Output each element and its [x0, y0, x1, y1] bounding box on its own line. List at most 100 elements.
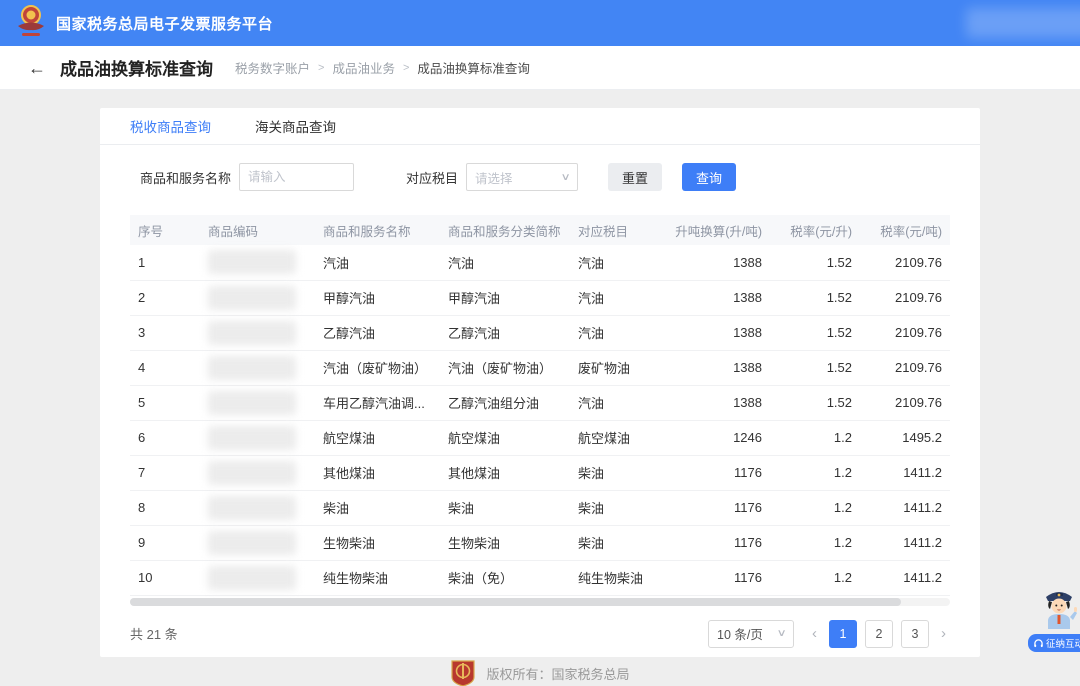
cell-goods-short-name: 其他煤油 — [440, 455, 570, 490]
tax-item-select-placeholder: 请选择 — [475, 168, 513, 187]
cell-goods-short-name: 柴油 — [440, 490, 570, 525]
redacted-goods-code — [208, 461, 296, 485]
cell-rate-per-ton: 1411.2 — [860, 525, 950, 560]
cell-rate-per-ton: 2109.76 — [860, 315, 950, 350]
cell-goods-name: 甲醇汽油 — [315, 280, 440, 315]
breadcrumb-item-account[interactable]: 税务数字账户 — [235, 58, 310, 77]
cell-seq: 10 — [130, 560, 200, 595]
cell-rate-per-ton: 2109.76 — [860, 385, 950, 420]
redacted-goods-code — [208, 286, 296, 310]
breadcrumb: 税务数字账户 > 成品油业务 > 成品油换算标准查询 — [235, 58, 530, 77]
total-count: 共 21 条 — [130, 624, 178, 643]
redacted-goods-code — [208, 321, 296, 345]
chevron-down-icon: ∨ — [776, 628, 786, 639]
col-seq: 序号 — [130, 215, 200, 245]
tab-customs-goods-query[interactable]: 海关商品查询 — [255, 108, 336, 144]
cell-goods-short-name: 汽油（废矿物油） — [440, 350, 570, 385]
tax-item-label: 对应税目 — [406, 168, 458, 187]
page-button-2[interactable]: 2 — [865, 620, 893, 648]
cell-goods-code — [200, 385, 315, 420]
redacted-goods-code — [208, 391, 296, 415]
page-button-1[interactable]: 1 — [829, 620, 857, 648]
cell-goods-code — [200, 490, 315, 525]
query-card: 税收商品查询 海关商品查询 商品和服务名称 对应税目 请选择 ∨ 重置 查询 — [100, 108, 980, 657]
page-size-value: 10 条/页 — [717, 624, 763, 643]
cell-goods-short-name: 柴油（免） — [440, 560, 570, 595]
cell-goods-name: 乙醇汽油 — [315, 315, 440, 350]
cell-conversion: 1176 — [665, 560, 770, 595]
redacted-goods-code — [208, 426, 296, 450]
horizontal-scrollbar — [130, 598, 950, 606]
cell-tax-item: 汽油 — [570, 315, 665, 350]
query-button[interactable]: 查询 — [682, 163, 736, 191]
cell-goods-code — [200, 245, 315, 280]
cell-goods-code — [200, 560, 315, 595]
tax-item-select[interactable]: 请选择 ∨ — [466, 163, 578, 191]
redacted-goods-code — [208, 531, 296, 555]
goods-name-label: 商品和服务名称 — [140, 168, 231, 187]
col-goods-code: 商品编码 — [200, 215, 315, 245]
brand: 国家税务总局电子发票服务平台 — [14, 4, 273, 43]
breadcrumb-separator: > — [403, 62, 409, 74]
table-row: 10纯生物柴油柴油（免）纯生物柴油11761.21411.2 — [130, 560, 950, 595]
table-row: 6航空煤油航空煤油航空煤油12461.21495.2 — [130, 420, 950, 455]
cell-rate-per-ton: 1411.2 — [860, 560, 950, 595]
table-row: 1汽油汽油汽油13881.522109.76 — [130, 245, 950, 280]
cell-tax-item: 航空煤油 — [570, 420, 665, 455]
cell-goods-short-name: 航空煤油 — [440, 420, 570, 455]
back-arrow-icon[interactable]: ← — [28, 59, 46, 77]
redacted-goods-code — [208, 250, 296, 274]
col-rate-per-ton: 税率(元/吨) — [860, 215, 950, 245]
cell-goods-code — [200, 315, 315, 350]
cell-goods-code — [200, 420, 315, 455]
cell-goods-short-name: 乙醇汽油 — [440, 315, 570, 350]
page-footer: 版权所有：国家税务总局 — [0, 656, 1080, 686]
goods-name-input[interactable] — [239, 163, 354, 191]
top-header: 国家税务总局电子发票服务平台 — [0, 0, 1080, 46]
horizontal-scrollbar-thumb[interactable] — [130, 598, 901, 606]
cell-goods-code — [200, 280, 315, 315]
cell-rate-per-liter: 1.2 — [770, 525, 860, 560]
cell-goods-name: 其他煤油 — [315, 455, 440, 490]
page-button-3[interactable]: 3 — [901, 620, 929, 648]
cell-conversion: 1388 — [665, 385, 770, 420]
user-info-blurred[interactable] — [966, 8, 1080, 38]
cell-goods-name: 航空煤油 — [315, 420, 440, 455]
cell-goods-name: 生物柴油 — [315, 525, 440, 560]
breadcrumb-item-current: 成品油换算标准查询 — [417, 58, 530, 77]
chevron-down-icon: ∨ — [560, 172, 570, 183]
col-conversion: 升吨换算(升/吨) — [665, 215, 770, 245]
next-page-button[interactable]: › — [937, 625, 950, 642]
cell-goods-short-name: 汽油 — [440, 245, 570, 280]
cell-conversion: 1176 — [665, 490, 770, 525]
cell-rate-per-liter: 1.2 — [770, 420, 860, 455]
cell-goods-name: 车用乙醇汽油调... — [315, 385, 440, 420]
cell-tax-item: 汽油 — [570, 245, 665, 280]
cell-seq: 2 — [130, 280, 200, 315]
prev-page-button[interactable]: ‹ — [808, 625, 821, 642]
table-row: 5车用乙醇汽油调...乙醇汽油组分油汽油13881.522109.76 — [130, 385, 950, 420]
reset-button[interactable]: 重置 — [608, 163, 662, 191]
cell-goods-name: 汽油 — [315, 245, 440, 280]
assistant-widget[interactable]: 征纳互动 — [1028, 587, 1080, 652]
table-row: 4汽油（废矿物油）汽油（废矿物油）废矿物油13881.522109.76 — [130, 350, 950, 385]
platform-title: 国家税务总局电子发票服务平台 — [56, 13, 273, 34]
cell-rate-per-liter: 1.2 — [770, 455, 860, 490]
tab-tax-goods-query[interactable]: 税收商品查询 — [130, 108, 211, 144]
cell-tax-item: 汽油 — [570, 280, 665, 315]
breadcrumb-item-oil-business[interactable]: 成品油业务 — [332, 58, 395, 77]
cell-rate-per-liter: 1.52 — [770, 315, 860, 350]
cell-rate-per-liter: 1.52 — [770, 245, 860, 280]
page-size-select[interactable]: 10 条/页 ∨ — [708, 620, 794, 648]
col-rate-per-liter: 税率(元/升) — [770, 215, 860, 245]
cell-seq: 4 — [130, 350, 200, 385]
cell-conversion: 1246 — [665, 420, 770, 455]
cell-conversion: 1176 — [665, 455, 770, 490]
cell-seq: 8 — [130, 490, 200, 525]
pagination-row: 共 21 条 10 条/页 ∨ ‹ 1 2 3 › — [100, 606, 980, 648]
col-goods-short-name: 商品和服务分类简称 — [440, 215, 570, 245]
cell-tax-item: 纯生物柴油 — [570, 560, 665, 595]
main-area: 税收商品查询 海关商品查询 商品和服务名称 对应税目 请选择 ∨ 重置 查询 — [0, 90, 1080, 686]
col-goods-name: 商品和服务名称 — [315, 215, 440, 245]
assistant-badge[interactable]: 征纳互动 — [1028, 634, 1080, 652]
